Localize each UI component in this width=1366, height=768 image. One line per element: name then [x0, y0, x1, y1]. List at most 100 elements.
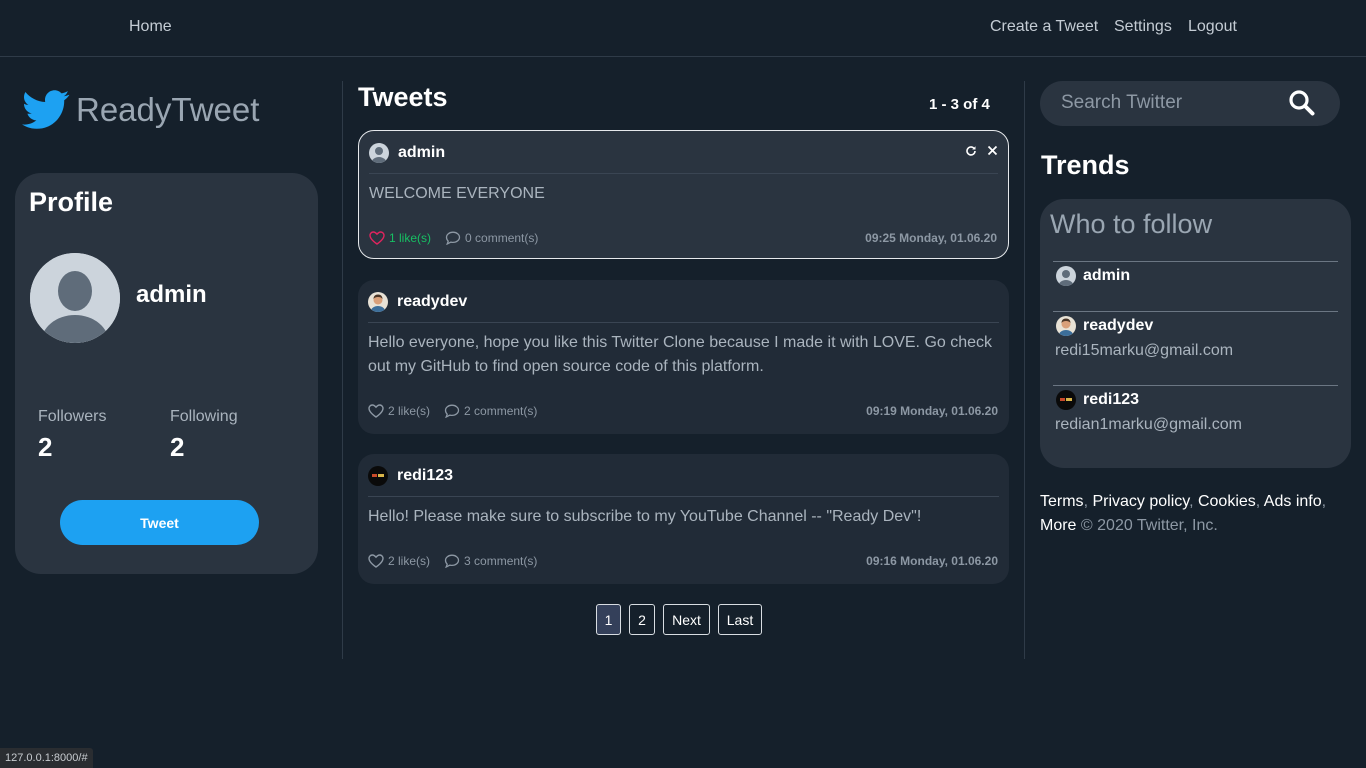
profile-card: Profile admin Followers 2 Following 2 Tw… — [15, 173, 318, 574]
user-avatar — [1056, 316, 1076, 336]
follow-item[interactable]: redi123 redian1marku@gmail.com — [1055, 390, 1242, 434]
refresh-icon[interactable] — [965, 145, 977, 160]
user-avatar — [1056, 266, 1076, 286]
comment-count: 2 comment(s) — [464, 404, 538, 418]
tweet-date: 09:16 Monday, 01.06.20 — [866, 554, 998, 568]
cookies-link[interactable]: Cookies — [1198, 493, 1256, 510]
privacy-link[interactable]: Privacy policy — [1092, 493, 1189, 510]
profile-username: admin — [136, 281, 207, 308]
comment-icon — [444, 404, 460, 418]
comment-count: 0 comment(s) — [465, 231, 539, 245]
top-navbar: Home Create a Tweet Settings Logout — [0, 0, 1366, 57]
brand-name: ReadyTweet — [76, 91, 260, 128]
tweet-card[interactable]: redi123 Hello! Please make sure to subsc… — [358, 454, 1009, 584]
tweet-footer: 2 like(s) 2 comment(s) 09:19 Monday, 01.… — [368, 404, 998, 418]
twitter-bird-icon — [22, 90, 70, 129]
feed-count: 1 - 3 of 4 — [929, 96, 990, 113]
like-count: 2 like(s) — [388, 404, 431, 418]
tweet-header: readydev — [368, 292, 467, 312]
tweet-text: Hello! Please make sure to subscribe to … — [368, 508, 922, 525]
feed-title: Tweets — [358, 82, 448, 112]
followers-count[interactable]: 2 — [38, 432, 52, 463]
who-to-follow-card: Who to follow admin readydev redi15marku… — [1040, 199, 1351, 468]
tweet-text: Hello everyone, hope you like this Twitt… — [368, 334, 993, 375]
following-count[interactable]: 2 — [170, 432, 184, 463]
tweet-username[interactable]: readydev — [397, 293, 467, 311]
tweet-date: 09:25 Monday, 01.06.20 — [865, 231, 997, 245]
user-avatar — [1056, 390, 1076, 410]
tweet-divider — [368, 322, 999, 323]
copyright-text: © 2020 Twitter, Inc. — [1080, 517, 1218, 534]
ads-info-link[interactable]: Ads info — [1264, 493, 1322, 510]
tweet-username[interactable]: redi123 — [397, 467, 453, 485]
next-page-button[interactable]: Next — [663, 604, 710, 635]
following-label: Following — [170, 408, 238, 425]
nav-home-link[interactable]: Home — [129, 18, 172, 36]
follow-username[interactable]: redi123 — [1083, 391, 1139, 409]
footer-links: Terms, Privacy policy, Cookies, Ads info… — [1040, 493, 1327, 534]
follow-divider — [1053, 261, 1338, 262]
browser-status-url: 127.0.0.1:8000/# — [0, 748, 93, 768]
nav-settings-link[interactable]: Settings — [1114, 18, 1172, 36]
heart-icon — [368, 404, 384, 418]
who-to-follow-heading: Who to follow — [1050, 209, 1213, 239]
tweet-card[interactable]: admin WELCOME EVERYONE 1 like(s) 0 comme… — [358, 130, 1009, 259]
tweet-card[interactable]: readydev Hello everyone, hope you like t… — [358, 280, 1009, 434]
user-avatar — [368, 466, 388, 486]
default-user-icon — [30, 253, 120, 343]
comment-icon — [444, 554, 460, 568]
profile-avatar — [30, 253, 120, 343]
search-input[interactable] — [1061, 92, 1281, 114]
tweet-header: redi123 — [368, 466, 453, 486]
tweet-date: 09:19 Monday, 01.06.20 — [866, 404, 998, 418]
brand-logo[interactable]: ReadyTweet — [22, 88, 259, 132]
person-photo-icon — [368, 292, 388, 312]
person-photo-icon — [1056, 316, 1076, 336]
like-button[interactable]: 2 like(s) — [368, 554, 430, 568]
comment-button[interactable]: 2 comment(s) — [444, 404, 537, 418]
like-count: 1 like(s) — [389, 231, 432, 245]
tweet-text: WELCOME EVERYONE — [369, 185, 545, 202]
follow-item[interactable]: admin — [1056, 266, 1130, 286]
tweet-footer: 2 like(s) 3 comment(s) 09:16 Monday, 01.… — [368, 554, 998, 568]
user-avatar — [368, 292, 388, 312]
comment-button[interactable]: 0 comment(s) — [445, 231, 538, 245]
comment-count: 3 comment(s) — [464, 554, 538, 568]
profile-heading: Profile — [29, 187, 114, 217]
more-link[interactable]: More — [1040, 517, 1076, 534]
page-1-button[interactable]: 1 — [596, 604, 621, 635]
follow-divider — [1053, 311, 1338, 312]
trends-title: Trends — [1041, 150, 1130, 180]
channel-logo-icon — [1056, 390, 1076, 410]
tweet-header: admin — [369, 143, 445, 163]
page-2-button[interactable]: 2 — [629, 604, 655, 635]
tweet-divider — [368, 496, 999, 497]
like-count: 2 like(s) — [388, 554, 431, 568]
last-page-button[interactable]: Last — [718, 604, 762, 635]
tweet-actions — [965, 145, 998, 160]
comment-button[interactable]: 3 comment(s) — [444, 554, 537, 568]
follow-divider — [1053, 385, 1338, 386]
channel-logo-icon — [368, 466, 388, 486]
close-icon[interactable] — [987, 145, 998, 160]
follow-email: redi15marku@gmail.com — [1055, 342, 1234, 359]
default-user-icon — [1056, 266, 1076, 286]
nav-create-tweet-link[interactable]: Create a Tweet — [990, 18, 1098, 36]
tweet-divider — [369, 173, 998, 174]
like-button[interactable]: 2 like(s) — [368, 404, 430, 418]
default-user-icon — [369, 143, 389, 163]
heart-icon — [369, 231, 385, 245]
like-button[interactable]: 1 like(s) — [369, 231, 431, 245]
search-icon[interactable] — [1288, 89, 1315, 116]
comment-icon — [445, 231, 461, 245]
follow-username[interactable]: admin — [1083, 267, 1130, 285]
follow-item[interactable]: readydev redi15marku@gmail.com — [1055, 316, 1234, 360]
follow-email: redian1marku@gmail.com — [1055, 416, 1242, 433]
nav-logout-link[interactable]: Logout — [1188, 18, 1237, 36]
tweet-username[interactable]: admin — [398, 144, 445, 162]
tweet-button[interactable]: Tweet — [60, 500, 259, 545]
tweet-footer: 1 like(s) 0 comment(s) 09:25 Monday, 01.… — [369, 231, 997, 245]
terms-link[interactable]: Terms — [1040, 493, 1084, 510]
follow-username[interactable]: readydev — [1083, 317, 1153, 335]
heart-icon — [368, 554, 384, 568]
